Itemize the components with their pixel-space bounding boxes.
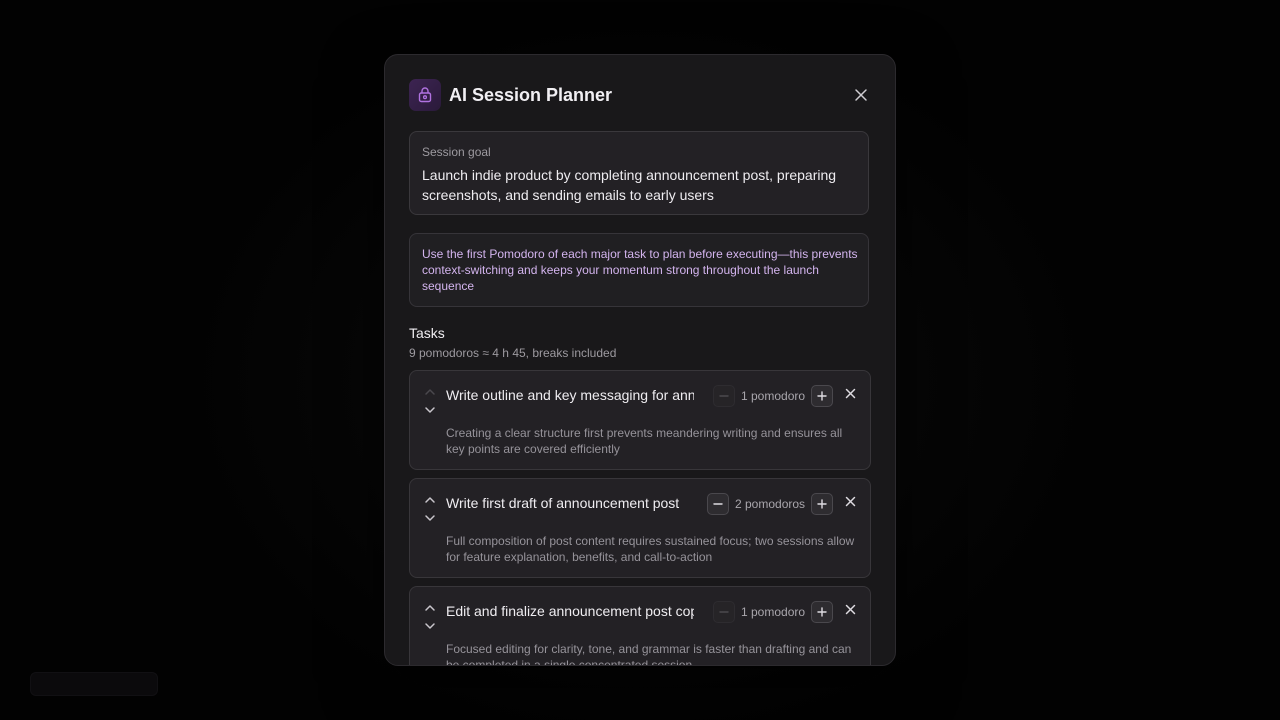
move-up-button[interactable] [422,493,438,507]
close-icon [845,388,855,398]
remove-task-button[interactable] [842,385,858,401]
task-description: Focused editing for clarity, tone, and g… [446,642,852,666]
task-card: Edit and finalize announcement post copy… [409,586,871,666]
increase-pomodoros-button[interactable] [811,601,833,623]
close-icon [845,496,855,506]
close-icon [845,604,855,614]
task-description: Full composition of post content require… [446,534,855,564]
task-title[interactable]: Edit and finalize announcement post copy [446,603,694,619]
planning-tip-text: Use the first Pomodoro of each major tas… [422,247,858,293]
reorder-controls [422,601,438,637]
task-card: Write outline and key messaging for anno… [409,370,871,470]
pomodoro-count: 2 pomodoros [735,497,806,511]
minus-icon [719,611,729,613]
chevron-down-icon [425,515,435,521]
chevron-up-icon [425,389,435,395]
minus-icon [713,503,723,505]
session-goal-text[interactable]: Launch indie product by completing annou… [422,165,862,205]
pomodoro-count: 1 pomodoro [741,389,806,403]
planning-tip: Use the first Pomodoro of each major tas… [409,233,869,307]
reorder-controls [422,493,438,529]
move-up-button[interactable] [422,385,438,399]
task-title[interactable]: Write outline and key messaging for anno… [446,387,694,403]
plus-icon [817,391,827,401]
close-icon [855,89,867,101]
decrease-pomodoros-button[interactable] [713,601,735,623]
minus-icon [719,395,729,397]
session-planner-dialog: AI Session Planner Session goal Launch i… [384,54,896,666]
increase-pomodoros-button[interactable] [811,493,833,515]
chevron-up-icon [425,605,435,611]
reorder-controls [422,385,438,421]
lock-bag-icon [409,79,441,111]
close-button[interactable] [851,85,871,105]
tasks-summary: 9 pomodoros ≈ 4 h 45, breaks included [409,346,617,360]
remove-task-button[interactable] [842,493,858,509]
increase-pomodoros-button[interactable] [811,385,833,407]
task-description: Creating a clear structure first prevent… [446,426,843,456]
task-title[interactable]: Write first draft of announcement post [446,495,696,511]
tasks-heading: Tasks [409,325,445,341]
plus-icon [817,499,827,509]
decrease-pomodoros-button[interactable] [707,493,729,515]
pomodoro-count: 1 pomodoro [741,605,806,619]
dialog-title: AI Session Planner [449,85,613,105]
decrease-pomodoros-button[interactable] [713,385,735,407]
session-goal-field[interactable]: Session goal Launch indie product by com… [409,131,869,215]
chevron-down-icon [425,623,435,629]
chevron-down-icon [425,407,435,413]
remove-task-button[interactable] [842,601,858,617]
background-badge [30,672,158,696]
chevron-up-icon [425,497,435,503]
plus-icon [817,607,827,617]
move-up-button[interactable] [422,601,438,615]
task-card: Write first draft of announcement post 2… [409,478,871,578]
background-page-title [565,22,715,36]
move-down-button[interactable] [422,403,438,417]
session-goal-label: Session goal [422,145,491,159]
move-down-button[interactable] [422,511,438,525]
move-down-button[interactable] [422,619,438,633]
